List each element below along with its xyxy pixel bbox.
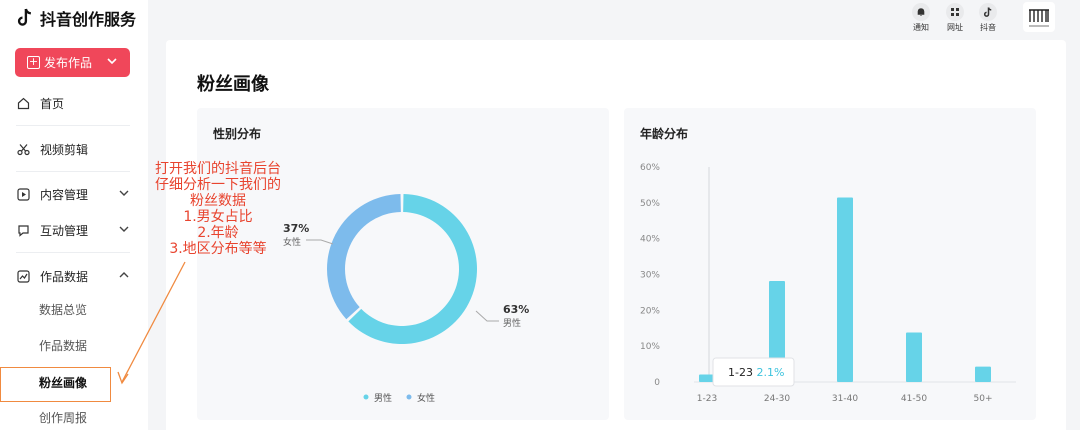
annotation-arrow bbox=[117, 261, 186, 385]
